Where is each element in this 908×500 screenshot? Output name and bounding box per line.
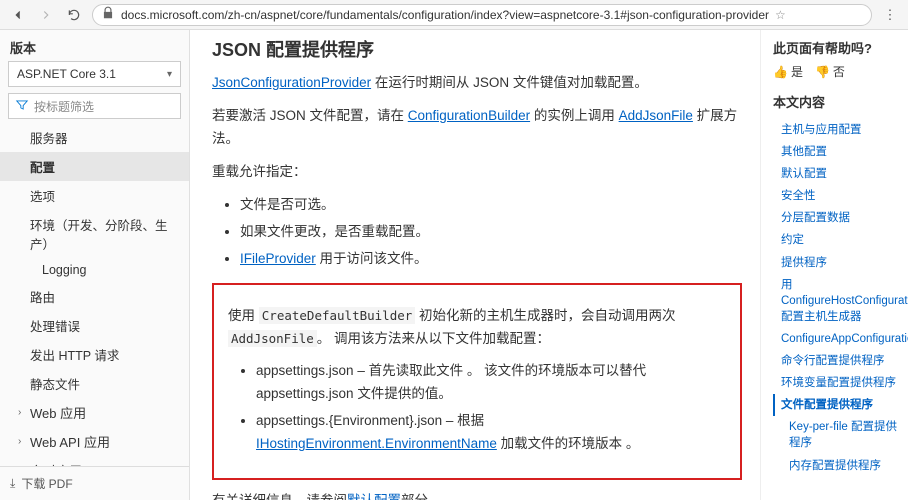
toc-link[interactable]: 安全性 xyxy=(773,185,900,207)
filter-icon xyxy=(15,98,29,115)
details-paragraph: 有关详细信息，请参阅默认配置部分。 xyxy=(212,490,742,500)
overload-list: 文件是否可选。 如果文件更改，是否重载配置。 IFileProvider 用于访… xyxy=(240,194,742,271)
nav-item[interactable]: 配置 xyxy=(0,152,189,181)
thumbs-down-icon: 👎 xyxy=(815,65,830,79)
toc-link[interactable]: 其他配置 xyxy=(773,141,900,163)
nav-item-label: Web API 应用 xyxy=(30,432,110,451)
activate-paragraph: 若要激活 JSON 文件配置，请在 ConfigurationBuilder 的… xyxy=(212,105,742,151)
browser-addressbar: docs.microsoft.com/zh-cn/aspnet/core/fun… xyxy=(0,0,908,30)
toc-list: 主机与应用配置其他配置默认配置安全性分层配置数据约定提供程序用 Configur… xyxy=(773,119,900,477)
link-jsonconfigprovider[interactable]: JsonConfigurationProvider xyxy=(212,75,371,90)
nav-item-label: 路由 xyxy=(30,287,55,306)
nav-item[interactable]: 路由 xyxy=(0,282,189,311)
version-select[interactable]: ASP.NET Core 3.1 ▾ xyxy=(8,61,181,87)
intro-paragraph: JsonConfigurationProvider 在运行时期间从 JSON 文… xyxy=(212,72,742,95)
version-value: ASP.NET Core 3.1 xyxy=(17,67,116,81)
code-addjsonfile: AddJsonFile xyxy=(228,330,317,347)
menu-button[interactable]: ⋮ xyxy=(880,5,900,25)
download-icon: ⤓ xyxy=(10,476,15,491)
caret-icon: › xyxy=(18,436,28,447)
nav-item-label: Logging xyxy=(42,263,87,277)
toc-link[interactable]: 用 ConfigureHostConfiguration 配置主机生成器 xyxy=(773,274,900,328)
thumbs-up-button[interactable]: 👍是 xyxy=(773,63,803,80)
nav-item[interactable]: ›Web API 应用 xyxy=(0,427,189,456)
url-field[interactable]: docs.microsoft.com/zh-cn/aspnet/core/fun… xyxy=(92,4,872,26)
chevron-down-icon: ▾ xyxy=(167,69,172,80)
toc-link[interactable]: 命令行配置提供程序 xyxy=(773,350,900,372)
list-item: 文件是否可选。 xyxy=(240,194,742,217)
list-item: appsettings.json – 首先读取此文件 。 该文件的环境版本可以替… xyxy=(256,360,726,406)
sidebar-left: 版本 ASP.NET Core 3.1 ▾ 按标题筛选 服务器配置选项环境（开发… xyxy=(0,30,190,500)
link-ifileprovider[interactable]: IFileProvider xyxy=(240,251,316,266)
thumbs-down-button[interactable]: 👎否 xyxy=(815,63,845,80)
back-button[interactable] xyxy=(8,5,28,25)
nav-item-label: Web 应用 xyxy=(30,403,86,422)
nav-item[interactable]: ›Web 应用 xyxy=(0,398,189,427)
toc-link[interactable]: Key-per-file 配置提供程序 xyxy=(773,416,900,454)
nav-item[interactable]: 发出 HTTP 请求 xyxy=(0,340,189,369)
link-default-config[interactable]: 默认配置 xyxy=(347,493,401,500)
bookmark-star-icon[interactable]: ☆ xyxy=(775,8,786,22)
list-item: appsettings.{Environment}.json – 根据 IHos… xyxy=(256,410,726,456)
nav-item[interactable]: 环境（开发、分阶段、生产） xyxy=(0,210,189,258)
toc-link[interactable]: 内存配置提供程序 xyxy=(773,455,900,477)
sidebar-right: 此页面有帮助吗? 👍是 👎否 本文内容 主机与应用配置其他配置默认配置安全性分层… xyxy=(760,30,908,500)
redbox-paragraph: 使用 CreateDefaultBuilder 初始化新的主机生成器时，会自动调… xyxy=(228,305,726,351)
helpful-title: 此页面有帮助吗? xyxy=(773,38,900,57)
download-pdf-button[interactable]: ⤓ 下载 PDF xyxy=(0,466,189,500)
nav-item-label: 环境（开发、分阶段、生产） xyxy=(30,215,179,253)
highlighted-box: 使用 CreateDefaultBuilder 初始化新的主机生成器时，会自动调… xyxy=(212,283,742,481)
page-heading: JSON 配置提供程序 xyxy=(212,36,742,62)
version-label: 版本 xyxy=(0,30,189,61)
toc-title: 本文内容 xyxy=(773,92,900,111)
redbox-list: appsettings.json – 首先读取此文件 。 该文件的环境版本可以替… xyxy=(256,360,726,456)
nav-item[interactable]: 选项 xyxy=(0,181,189,210)
toc-link[interactable]: 环境变量配置提供程序 xyxy=(773,372,900,394)
list-item: 如果文件更改，是否重载配置。 xyxy=(240,221,742,244)
code-createdefaultbuilder: CreateDefaultBuilder xyxy=(259,307,416,324)
toc-link[interactable]: 分层配置数据 xyxy=(773,207,900,229)
filter-placeholder: 按标题筛选 xyxy=(34,98,94,115)
download-pdf-label: 下载 PDF xyxy=(21,475,72,492)
nav-item-label: 处理错误 xyxy=(30,316,80,335)
caret-icon: › xyxy=(18,407,28,418)
thumbs-up-icon: 👍 xyxy=(773,65,788,79)
toc-link[interactable]: 文件配置提供程序 xyxy=(773,394,900,416)
nav-item-label: 服务器 xyxy=(30,128,68,147)
toc-link[interactable]: ConfigureAppConfiguration xyxy=(773,328,900,350)
nav-item-label: 配置 xyxy=(30,157,55,176)
toc-link[interactable]: 主机与应用配置 xyxy=(773,119,900,141)
nav-item[interactable]: 服务器 xyxy=(0,123,189,152)
nav-tree[interactable]: 服务器配置选项环境（开发、分阶段、生产） Logging 路由处理错误发出 HTTP… xyxy=(0,123,189,466)
nav-item[interactable]: ›实时应用 xyxy=(0,456,189,466)
filter-input[interactable]: 按标题筛选 xyxy=(8,93,181,119)
nav-item[interactable]: Logging xyxy=(0,258,189,282)
nav-item-label: 选项 xyxy=(30,186,55,205)
nav-item[interactable]: 处理错误 xyxy=(0,311,189,340)
link-environmentname[interactable]: IHostingEnvironment.EnvironmentName xyxy=(256,436,497,451)
list-item: IFileProvider 用于访问该文件。 xyxy=(240,248,742,271)
reload-button[interactable] xyxy=(64,5,84,25)
nav-item-label: 发出 HTTP 请求 xyxy=(30,345,119,364)
link-addjsonfile[interactable]: AddJsonFile xyxy=(619,108,693,123)
main-content: JSON 配置提供程序 JsonConfigurationProvider 在运… xyxy=(190,30,760,500)
lock-icon xyxy=(101,6,115,23)
toc-link[interactable]: 约定 xyxy=(773,229,900,251)
toc-link[interactable]: 默认配置 xyxy=(773,163,900,185)
overload-paragraph: 重载允许指定： xyxy=(212,161,742,184)
forward-button[interactable] xyxy=(36,5,56,25)
toc-link[interactable]: 提供程序 xyxy=(773,252,900,274)
nav-item-label: 静态文件 xyxy=(30,374,80,393)
nav-item[interactable]: 静态文件 xyxy=(0,369,189,398)
link-configurationbuilder[interactable]: ConfigurationBuilder xyxy=(408,108,530,123)
url-text: docs.microsoft.com/zh-cn/aspnet/core/fun… xyxy=(121,8,769,22)
page-layout: 版本 ASP.NET Core 3.1 ▾ 按标题筛选 服务器配置选项环境（开发… xyxy=(0,30,908,500)
